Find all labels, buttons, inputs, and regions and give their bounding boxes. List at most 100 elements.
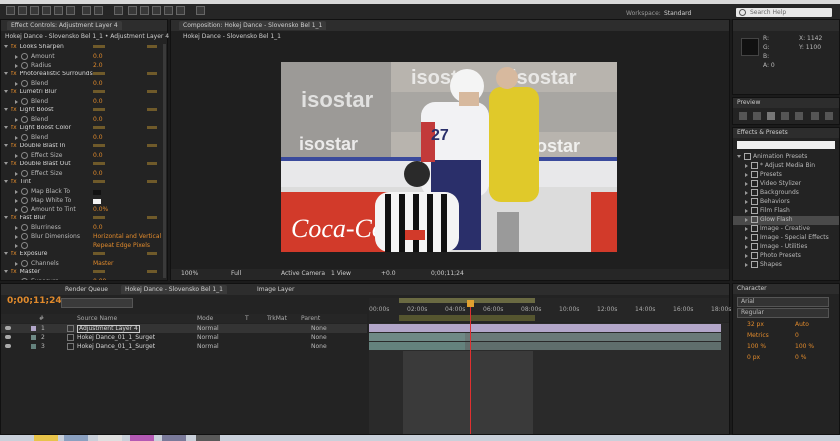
stopwatch-icon[interactable] [21, 80, 28, 87]
column-header[interactable]: TrkMat [267, 316, 287, 322]
comp-footer-item[interactable]: +0.0 [381, 271, 396, 277]
property-value[interactable]: 0.00 [93, 279, 106, 281]
last-frame-button[interactable] [795, 112, 803, 120]
effect-row[interactable]: fx Looks Sharpen [1, 44, 167, 53]
effect-about-link[interactable] [147, 45, 157, 48]
fx-icon[interactable]: fx [11, 215, 17, 221]
image-layer-tab[interactable]: Image Layer [253, 285, 299, 294]
effect-about-link[interactable] [147, 90, 157, 93]
preset-item[interactable]: Behaviors [733, 198, 839, 207]
character-value[interactable]: Metrics [747, 333, 769, 339]
expand-arrow-icon[interactable] [745, 226, 748, 231]
effect-row[interactable]: fx Fast Blur [1, 215, 167, 224]
hand-tool-icon[interactable] [18, 6, 27, 15]
layer-name[interactable]: Hokej Dance_01_1_Surget [77, 335, 155, 341]
fx-icon[interactable]: fx [11, 125, 17, 131]
search-help-field[interactable]: Search Help [736, 8, 832, 17]
expand-arrow-icon[interactable] [4, 252, 8, 255]
preset-item[interactable]: Glow Flash [733, 216, 839, 225]
timeline-search-field[interactable] [61, 298, 133, 308]
property-value[interactable]: 0.0% [93, 207, 108, 213]
taskbar-app-2-icon[interactable] [64, 435, 88, 441]
layer-mode[interactable]: Normal [197, 335, 219, 341]
comp-timecode[interactable]: 0;00;11;24 [431, 271, 464, 277]
effect-about-link[interactable] [147, 108, 157, 111]
preset-item[interactable]: Video Stylizer [733, 180, 839, 189]
character-value[interactable]: 0 [795, 333, 799, 339]
text-tool-icon[interactable] [114, 6, 123, 15]
property-value[interactable]: Repeat Edge Pixels [93, 243, 150, 249]
effect-reset-link[interactable] [93, 90, 105, 93]
stopwatch-icon[interactable] [21, 188, 28, 195]
expand-arrow-icon[interactable] [4, 144, 8, 147]
label-color[interactable] [31, 326, 36, 331]
effect-reset-link[interactable] [93, 126, 105, 129]
effect-about-link[interactable] [147, 252, 157, 255]
preset-item[interactable]: * Adjust Media Bin [733, 162, 839, 171]
effect-property-row[interactable]: Blend 0.0 [1, 80, 167, 89]
effect-about-link[interactable] [147, 72, 157, 75]
layer-row[interactable]: 2 Hokej Dance_01_1_Surget Normal None [1, 333, 367, 342]
expand-arrow-icon[interactable] [745, 235, 748, 240]
fx-icon[interactable]: fx [11, 44, 17, 50]
work-area-range[interactable] [399, 315, 535, 321]
stopwatch-icon[interactable] [21, 116, 28, 123]
stopwatch-icon[interactable] [21, 98, 28, 105]
first-frame-button[interactable] [739, 112, 747, 120]
eraser-tool-icon[interactable] [152, 6, 161, 15]
effect-row[interactable]: fx Lumetri Blur [1, 89, 167, 98]
stopwatch-icon[interactable] [21, 53, 28, 60]
effect-row[interactable]: fx Double Blast In [1, 143, 167, 152]
color-swatch[interactable] [93, 190, 101, 195]
puppet-tool-icon[interactable] [176, 6, 185, 15]
effect-property-row[interactable]: Repeat Edge Pixels [1, 242, 167, 251]
effect-property-row[interactable]: Amount 0.0 [1, 53, 167, 62]
character-value[interactable]: 0 % [795, 355, 806, 361]
color-swatch[interactable] [93, 199, 101, 204]
character-value[interactable]: 100 % [795, 344, 814, 350]
eye-icon[interactable] [5, 335, 11, 339]
layer-name[interactable]: Adjustment Layer 4 [77, 325, 140, 333]
effect-property-row[interactable]: Amount to Tint 0.0% [1, 206, 167, 215]
fx-icon[interactable]: fx [11, 89, 17, 95]
eye-icon[interactable] [5, 344, 11, 348]
audio-button[interactable] [811, 112, 819, 120]
expand-arrow-icon[interactable] [4, 108, 8, 111]
effect-reset-link[interactable] [93, 162, 105, 165]
effect-property-row[interactable]: Channels Master [1, 260, 167, 269]
expand-arrow-icon[interactable] [4, 126, 8, 129]
preset-item[interactable]: Image - Special Effects [733, 234, 839, 243]
brush-tool-icon[interactable] [128, 6, 137, 15]
effect-reset-link[interactable] [93, 252, 105, 255]
expand-arrow-icon[interactable] [15, 189, 18, 194]
fx-icon[interactable]: fx [11, 71, 17, 77]
expand-arrow-icon[interactable] [745, 217, 748, 222]
layer-parent[interactable]: None [311, 326, 327, 332]
stopwatch-icon[interactable] [21, 260, 28, 267]
effect-property-row[interactable]: Blur Dimensions Horizontal and Vertical [1, 233, 167, 242]
effect-property-row[interactable]: Radius 2.0 [1, 62, 167, 71]
expand-arrow-icon[interactable] [4, 216, 8, 219]
effect-reset-link[interactable] [93, 144, 105, 147]
property-value[interactable]: 0.0 [93, 54, 103, 60]
layer-mode[interactable]: Normal [197, 326, 219, 332]
expand-arrow-icon[interactable] [15, 225, 18, 230]
effect-controls-tab[interactable]: Effect Controls: Adjustment Layer 4 [7, 21, 122, 30]
expand-arrow-icon[interactable] [745, 190, 748, 195]
expand-arrow-icon[interactable] [15, 234, 18, 239]
column-header[interactable]: Mode [197, 316, 213, 322]
effect-about-link[interactable] [147, 216, 157, 219]
preset-item[interactable]: Backgrounds [733, 189, 839, 198]
expand-arrow-icon[interactable] [15, 207, 18, 212]
property-value[interactable]: 0.0 [93, 135, 103, 141]
stopwatch-icon[interactable] [21, 134, 28, 141]
taskbar-app-5-icon[interactable] [162, 435, 186, 441]
expand-arrow-icon[interactable] [4, 180, 8, 183]
expand-arrow-icon[interactable] [15, 54, 18, 59]
layer-name[interactable]: Hokej Dance_01_1_Surget [77, 344, 155, 350]
property-value[interactable]: 0.0 [93, 117, 103, 123]
expand-arrow-icon[interactable] [745, 172, 748, 177]
effect-property-row[interactable]: Map White To [1, 197, 167, 206]
effect-property-row[interactable]: Blend 0.0 [1, 116, 167, 125]
expand-arrow-icon[interactable] [15, 153, 18, 158]
